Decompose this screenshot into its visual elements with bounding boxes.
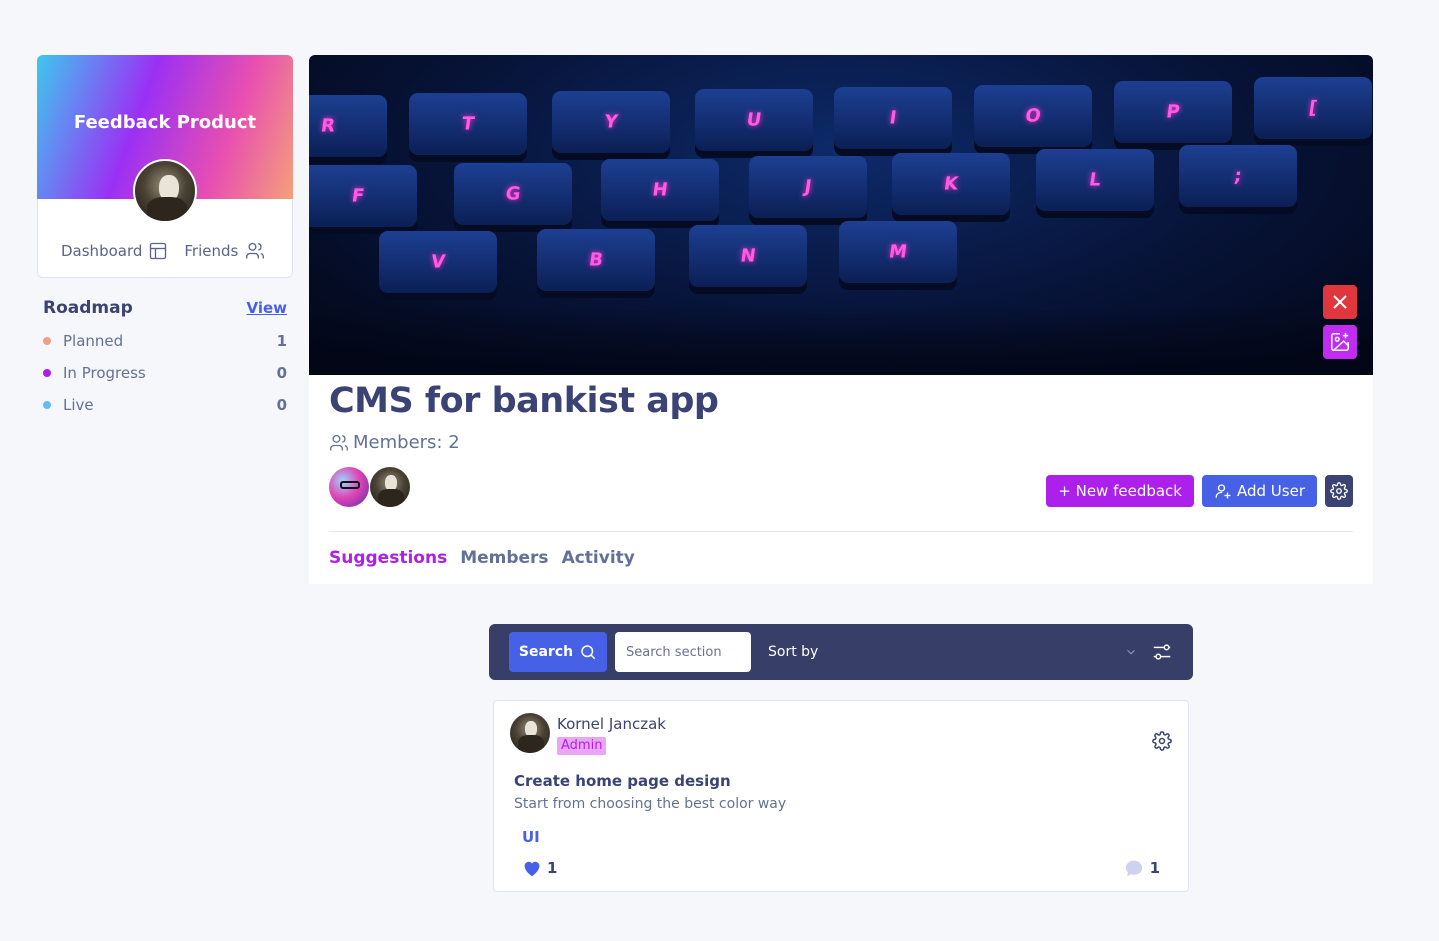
profile-title: Feedback Product — [73, 112, 257, 133]
comments-number: 1 — [1149, 859, 1160, 877]
roadmap-item-in-progress: In Progress 0 — [43, 363, 287, 382]
keyboard-key: J — [749, 156, 867, 218]
keyboard-key: K — [892, 153, 1010, 215]
search-button-label: Search — [518, 644, 574, 660]
sort-select[interactable]: Sort by — [768, 632, 1138, 672]
feedback-description: Start from choosing the best color way — [514, 796, 787, 812]
like-button[interactable]: 1 — [522, 859, 557, 877]
keyboard-key: B — [537, 229, 655, 291]
project-tabs: Suggestions Members Activity — [329, 548, 635, 568]
gear-icon — [1330, 482, 1348, 500]
roadmap: Roadmap View Planned 1 In Progress 0 Liv… — [43, 298, 287, 414]
dashboard-link[interactable]: Dashboard — [61, 241, 168, 261]
search-button[interactable]: Search — [509, 632, 607, 672]
keyboard-key: Y — [552, 91, 670, 153]
member-avatars — [329, 467, 410, 507]
sort-label: Sort by — [768, 644, 819, 660]
project-cover-image: R T Y U I O P [ F G H J K L ; V B N M — [309, 55, 1373, 375]
feedback-author: Kornel Janczak Admin — [510, 713, 666, 755]
avatar[interactable] — [370, 467, 410, 507]
roadmap-item-planned: Planned 1 — [43, 331, 287, 350]
roadmap-item-live: Live 0 — [43, 395, 287, 414]
keyboard-key: [ — [1254, 77, 1372, 139]
keyboard-key: N — [689, 225, 807, 287]
image-add-icon — [1331, 332, 1349, 351]
chevron-down-icon — [1127, 649, 1135, 655]
dashboard-label: Dashboard — [61, 242, 143, 260]
profile-links: Dashboard Friends — [61, 241, 266, 261]
feedback-title: Create home page design — [514, 772, 731, 790]
feedback-card[interactable]: Kornel Janczak Admin Create home page de… — [493, 700, 1189, 892]
keyboard-key: U — [695, 89, 813, 151]
feedback-tag[interactable]: UI — [522, 828, 540, 846]
search-bar: Search Sort by — [489, 624, 1193, 680]
filter-icon[interactable] — [1151, 641, 1173, 663]
users-icon — [246, 242, 265, 259]
roadmap-item-label: Live — [63, 395, 94, 414]
keyboard-key: T — [409, 93, 527, 155]
keyboard-key: R — [309, 95, 387, 157]
author-name: Kornel Janczak — [557, 715, 666, 733]
roadmap-title: Roadmap — [43, 298, 133, 318]
change-cover-button[interactable] — [1323, 325, 1357, 359]
profile-card: Feedback Product Dashboard Friends — [37, 55, 293, 278]
likes-count: 1 — [547, 859, 558, 877]
keyboard-key: H — [601, 159, 719, 221]
divider — [329, 531, 1353, 532]
layout-icon — [150, 242, 167, 260]
add-user-label: Add User — [1237, 482, 1305, 500]
keyboard-key: G — [454, 163, 572, 225]
roadmap-view-link[interactable]: View — [246, 299, 287, 317]
page-title: CMS for bankist app — [329, 381, 719, 421]
search-input[interactable] — [615, 632, 751, 672]
comment-icon — [1125, 860, 1142, 877]
new-feedback-button[interactable]: + New feedback — [1046, 475, 1194, 507]
roadmap-item-label: In Progress — [63, 363, 146, 382]
role-badge: Admin — [557, 737, 607, 755]
keyboard-key: O — [974, 85, 1092, 147]
status-dot — [43, 336, 51, 345]
roadmap-item-count: 0 — [276, 363, 287, 382]
close-icon — [1333, 295, 1347, 309]
roadmap-item-count: 1 — [276, 331, 287, 350]
tab-suggestions[interactable]: Suggestions — [329, 548, 447, 568]
tab-members[interactable]: Members — [460, 548, 548, 568]
status-dot — [43, 400, 51, 409]
users-icon — [330, 434, 349, 450]
members-count: Members: 2 — [329, 432, 460, 453]
keyboard-key: P — [1114, 81, 1232, 143]
keyboard-key: V — [379, 231, 497, 293]
roadmap-item-count: 0 — [276, 395, 287, 414]
avatar — [510, 713, 550, 753]
remove-cover-button[interactable] — [1323, 285, 1357, 319]
friends-label: Friends — [184, 242, 239, 260]
keyboard-key: ; — [1179, 145, 1297, 207]
gear-icon[interactable] — [1152, 731, 1172, 751]
project-panel: CMS for bankist app Members: 2 + New fee… — [309, 375, 1373, 584]
friends-link[interactable]: Friends — [184, 241, 266, 261]
user-plus-icon — [1215, 484, 1231, 499]
add-user-button[interactable]: Add User — [1202, 475, 1317, 507]
keyboard-key: I — [834, 87, 952, 149]
roadmap-item-label: Planned — [63, 331, 124, 350]
tab-activity[interactable]: Activity — [562, 548, 635, 568]
avatar[interactable] — [329, 467, 369, 507]
avatar[interactable] — [133, 159, 197, 223]
project-settings-button[interactable] — [1325, 475, 1353, 507]
search-icon — [581, 645, 596, 660]
keyboard-key: M — [839, 221, 957, 283]
keyboard-key: L — [1036, 149, 1154, 211]
comments-count: 1 — [1124, 859, 1160, 877]
keyboard-key: F — [309, 165, 417, 227]
status-dot — [43, 368, 51, 377]
members-label: Members: 2 — [353, 432, 460, 453]
project-actions: + New feedback Add User — [1046, 475, 1353, 507]
heart-icon — [524, 861, 540, 877]
